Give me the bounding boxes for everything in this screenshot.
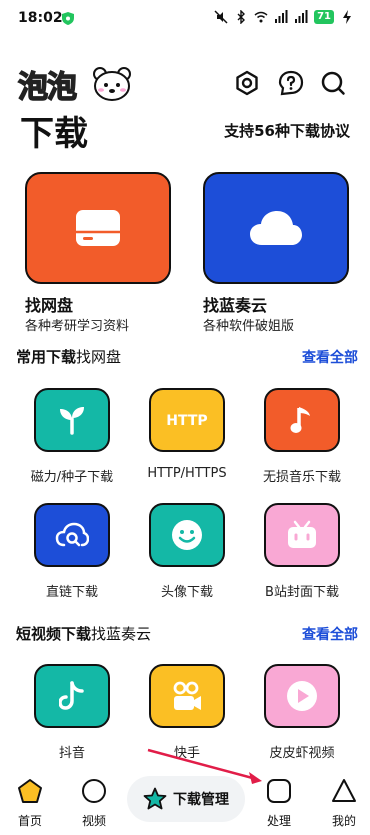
nav-download-manager[interactable]: 下载管理: [127, 776, 245, 822]
shield-icon: [62, 12, 74, 25]
tile-douyin[interactable]: [34, 664, 110, 728]
nav-mine-label: 我的: [331, 814, 356, 828]
page-subtitle: 支持56种下载协议: [224, 122, 350, 140]
bilibili-icon: [288, 520, 316, 548]
nav-video-label: 视频: [81, 814, 106, 828]
tile-bilibili[interactable]: [264, 503, 340, 567]
signal-icon: [275, 10, 288, 23]
cloud-search-icon: [55, 522, 89, 547]
nav-process[interactable]: 处理: [257, 778, 301, 829]
hard-drive-icon: [76, 210, 120, 246]
section-video-title: 短视频下载找蓝奏云: [16, 623, 151, 644]
music-note-icon: [290, 407, 310, 433]
play-icon: [287, 681, 317, 711]
tile-label-directlink: 直链下载: [45, 585, 98, 600]
tiktok-icon: [59, 681, 84, 710]
battery-level: 71: [314, 10, 334, 24]
tile-directlink[interactable]: [34, 503, 110, 567]
mute-icon: [214, 10, 228, 24]
section-common-title: 常用下载找网盘: [16, 346, 121, 367]
search-icon[interactable]: [320, 70, 346, 96]
status-icons: 71: [214, 10, 354, 24]
view-all-common-link[interactable]: 查看全部: [302, 347, 358, 367]
section-common-bold: 常用下载: [16, 348, 77, 366]
bottom-nav: 首页 视频 下载管理 处理 我的: [0, 770, 370, 835]
kuaishou-icon: [173, 681, 201, 710]
tile-label-pipixia: 皮皮虾视频: [269, 746, 335, 761]
process-icon: [267, 779, 291, 803]
app-logo-text: 泡泡: [17, 69, 78, 106]
settings-icon[interactable]: [234, 70, 260, 96]
cloud-icon: [250, 211, 302, 245]
video-tab-icon: [82, 779, 106, 803]
nav-download-manager-label: 下载管理: [173, 792, 229, 808]
tile-http[interactable]: HTTP: [149, 388, 225, 452]
hero-desc-lanzou: 各种软件破姐版: [203, 319, 295, 334]
wifi-icon: [254, 11, 268, 23]
section-video-bold: 短视频下载: [16, 625, 92, 643]
nav-home-label: 首页: [17, 814, 42, 828]
tile-kuaishou[interactable]: [149, 664, 225, 728]
signal-icon-2: [295, 10, 308, 23]
hero-card-netdisk[interactable]: [25, 172, 171, 284]
tile-magnet[interactable]: [34, 388, 110, 452]
hero-title-lanzou: 找蓝奏云: [203, 296, 268, 315]
tile-pipixia[interactable]: [264, 664, 340, 728]
hero-card-lanzou[interactable]: [203, 172, 349, 284]
tile-label-http: HTTP/HTTPS: [147, 466, 227, 481]
hero-title-netdisk: 找网盘: [25, 296, 74, 315]
section-video-rest: 找蓝奏云: [91, 625, 152, 643]
tile-avatar[interactable]: [149, 503, 225, 567]
tile-label-avatar: 头像下载: [160, 585, 213, 600]
nav-mine[interactable]: 我的: [322, 778, 366, 829]
nav-process-label: 处理: [266, 814, 291, 828]
home-icon: [18, 779, 42, 803]
tile-label-douyin: 抖音: [58, 746, 85, 761]
status-time: 18:02: [18, 10, 63, 26]
http-icon-text: HTTP: [166, 413, 207, 429]
help-icon[interactable]: [278, 70, 304, 96]
view-all-video-link[interactable]: 查看全部: [302, 624, 358, 644]
section-common-rest: 找网盘: [76, 348, 122, 366]
page-title: 下载: [20, 114, 88, 154]
tile-label-music: 无损音乐下载: [262, 470, 341, 485]
tile-label-magnet: 磁力/种子下载: [30, 470, 114, 485]
mine-icon: [332, 779, 356, 802]
bluetooth-icon: [237, 10, 246, 24]
smiley-icon: [172, 520, 202, 550]
status-bar: 18:02 71: [0, 0, 370, 38]
nav-home[interactable]: 首页: [8, 778, 52, 829]
http-icon: HTTP: [166, 413, 207, 429]
star-icon: [143, 787, 167, 810]
tile-label-bilibili: B站封面下载: [265, 585, 339, 600]
tile-music[interactable]: [264, 388, 340, 452]
bear-logo-icon: [93, 67, 131, 101]
nav-video[interactable]: 视频: [72, 778, 116, 829]
tile-label-kuaishou: 快手: [173, 746, 200, 761]
charging-icon: [343, 10, 351, 24]
hero-desc-netdisk: 各种考研学习资料: [25, 319, 130, 334]
sprout-icon: [60, 407, 84, 435]
